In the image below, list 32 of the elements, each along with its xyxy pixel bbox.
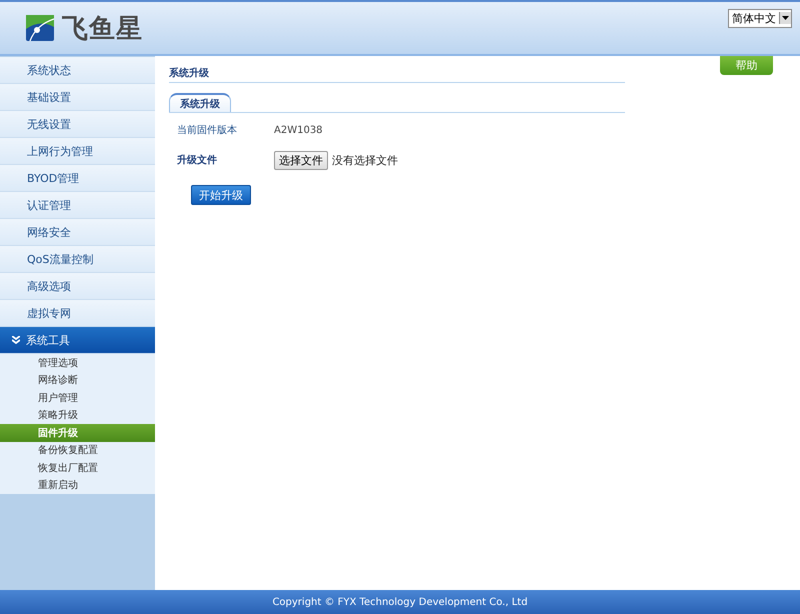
field-value: A2W1038: [274, 124, 323, 136]
nav-item[interactable]: QoS流量控制: [0, 246, 155, 273]
field-label: 升级文件: [177, 154, 218, 167]
nav-item[interactable]: 系统工具: [0, 327, 155, 354]
caret-icon: [782, 16, 789, 20]
language-select[interactable]: 简体中文: [728, 8, 792, 28]
start-upgrade-button[interactable]: 开始升级: [191, 185, 251, 205]
nav-subitem[interactable]: 恢复出厂配置: [0, 459, 155, 476]
file-status: 没有选择文件: [332, 152, 398, 168]
nav-item[interactable]: 认证管理: [0, 192, 155, 219]
nav-subitem[interactable]: 备份恢复配置: [0, 442, 155, 459]
choose-file-button[interactable]: 选择文件: [274, 150, 328, 170]
nav-item[interactable]: 上网行为管理: [0, 138, 155, 165]
nav-item[interactable]: 虚拟专网: [0, 300, 155, 327]
logo-text: 飞鱼星: [62, 12, 143, 46]
nav-subitem[interactable]: 管理选项: [0, 354, 155, 372]
nav-item[interactable]: 高级选项: [0, 273, 155, 300]
nav-subitem[interactable]: 重新启动: [0, 476, 155, 494]
double-chevron-icon: [12, 336, 20, 344]
tab[interactable]: 系统升级: [169, 93, 231, 112]
nav-item[interactable]: 网络安全: [0, 219, 155, 246]
nav-item[interactable]: 基础设置: [0, 84, 155, 111]
nav-subitem[interactable]: 用户管理: [0, 389, 155, 406]
copyright-text: Copyright © FYX Technology Development Co., Ltd: [272, 596, 528, 608]
nav-item[interactable]: 无线设置: [0, 111, 155, 138]
nav-subitem[interactable]: 策略升级: [0, 406, 155, 424]
nav-item[interactable]: BYOD管理: [0, 165, 155, 192]
nav-item[interactable]: 系统状态: [0, 57, 155, 84]
field-label: 当前固件版本: [177, 124, 238, 137]
nav-subitem[interactable]: 网络诊断: [0, 372, 155, 389]
page-title: 系统升级: [169, 66, 209, 81]
logo-icon: [26, 15, 54, 41]
